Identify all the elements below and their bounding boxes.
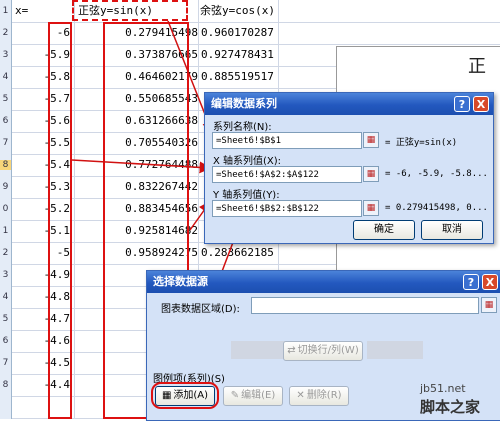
chart-title: 正 <box>468 56 486 77</box>
header-cell-x[interactable]: x= <box>15 0 28 22</box>
row-number[interactable]: 3 <box>0 270 11 280</box>
switch-label: 切换行/列(W) <box>297 345 359 356</box>
cell-cos[interactable]: 0.283662185 <box>198 242 281 264</box>
switch-icon: ⇄ <box>287 345 296 356</box>
edit-icon: ✎ <box>230 390 240 401</box>
switch-row-col-button[interactable]: ⇄ 切换行/列(W) <box>283 341 363 361</box>
add-button-highlight <box>151 382 219 409</box>
delete-label: 删除(R) <box>306 390 342 401</box>
help-button[interactable]: ? <box>454 96 470 112</box>
right-arrow-decor <box>367 341 423 359</box>
row-number[interactable]: 6 <box>0 336 11 346</box>
watermark-brand: 脚本之家 <box>420 398 481 416</box>
range-picker-icon[interactable]: ▦ <box>363 132 379 148</box>
row-header-column: 1 2 3 4 5 6 7 8 9 0 1 2 3 4 5 6 7 8 <box>0 0 12 419</box>
y-values-label: Y 轴系列值(Y): <box>213 190 280 201</box>
x-values-preview: = -6, -5.9, -5.8... <box>385 169 488 179</box>
edit-series-dialog: 编辑数据系列 ? X 系列名称(N): =Sheet6!$B$1 ▦ = 正弦y… <box>204 92 494 244</box>
series-name-field[interactable]: =Sheet6!$B$1 <box>212 132 362 149</box>
series-name-highlight <box>72 0 188 21</box>
edit-series-title: 编辑数据系列 <box>205 93 493 115</box>
cell-cos[interactable]: 0.885519517 <box>198 66 281 88</box>
row-number[interactable]: 5 <box>0 314 11 324</box>
row-number[interactable]: 0 <box>0 204 11 214</box>
edit-series-button[interactable]: ✎ 编辑(E) <box>223 386 283 406</box>
cancel-button[interactable]: 取消 <box>421 220 483 240</box>
y-values-preview: = 0.279415498, 0... <box>385 203 488 213</box>
row-number[interactable]: 1 <box>0 6 11 16</box>
y-values-field[interactable]: =Sheet6!$B$2:$B$122 <box>212 200 362 217</box>
range-picker-icon[interactable]: ▦ <box>363 166 379 182</box>
chart-range-label: 图表数据区域(D): <box>161 304 240 315</box>
x-values-field[interactable]: =Sheet6!$A$2:$A$122 <box>212 166 362 183</box>
row-number[interactable]: 8 <box>0 380 11 390</box>
row-number[interactable]: 5 <box>0 94 11 104</box>
x-values-label: X 轴系列值(X): <box>213 156 282 167</box>
close-button[interactable]: X <box>473 96 489 112</box>
cell-cos[interactable]: 0.960170287 <box>198 22 281 44</box>
close-button[interactable]: X <box>482 274 498 290</box>
left-arrow-decor <box>231 341 291 359</box>
watermark-site: jb51.net <box>420 382 466 395</box>
row-number[interactable]: 3 <box>0 50 11 60</box>
select-source-title: 选择数据源 <box>147 271 500 293</box>
row-number[interactable]: 1 <box>0 226 11 236</box>
range-picker-icon[interactable]: ▦ <box>481 297 497 313</box>
help-button[interactable]: ? <box>463 274 479 290</box>
row-number[interactable]: 2 <box>0 28 11 38</box>
cell-cos[interactable]: 0.927478431 <box>198 44 281 66</box>
row-number[interactable]: 2 <box>0 248 11 258</box>
row-number[interactable]: 8 <box>0 160 11 170</box>
row-number[interactable]: 4 <box>0 292 11 302</box>
series-name-label: 系列名称(N): <box>213 122 272 133</box>
ok-button[interactable]: 确定 <box>353 220 415 240</box>
row-number[interactable]: 6 <box>0 116 11 126</box>
delete-series-button[interactable]: ✕ 删除(R) <box>289 386 349 406</box>
header-cell-cos[interactable]: 余弦y=cos(x) <box>200 0 275 22</box>
row-number[interactable]: 4 <box>0 72 11 82</box>
edit-label: 编辑(E) <box>241 390 276 401</box>
delete-icon: ✕ <box>296 390 305 401</box>
range-picker-icon[interactable]: ▦ <box>363 200 379 216</box>
row-number[interactable]: 7 <box>0 138 11 148</box>
series-name-preview: = 正弦y=sin(x) <box>385 138 458 148</box>
x-range-highlight <box>48 22 72 419</box>
row-number[interactable]: 7 <box>0 358 11 368</box>
chart-range-field[interactable] <box>251 297 479 314</box>
row-number[interactable]: 9 <box>0 182 11 192</box>
